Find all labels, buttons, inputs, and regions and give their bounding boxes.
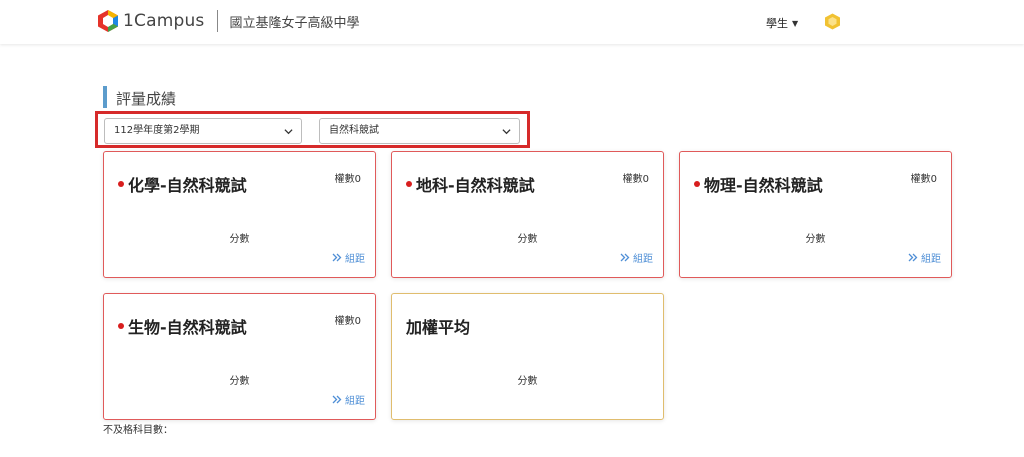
card-title-text: 生物-自然科競試 xyxy=(128,318,247,337)
school-name: 國立基隆女子高級中學 xyxy=(229,15,360,31)
user-role-menu[interactable]: 學生 ▼ xyxy=(766,15,798,31)
chevron-down-icon xyxy=(284,129,293,135)
weight-label: 權數0 xyxy=(910,174,937,185)
brand-name: 1Campus xyxy=(123,11,205,31)
weighted-average-card: 加權平均 分數 xyxy=(391,293,664,420)
term-select-value: 112學年度第2學期 xyxy=(114,125,200,136)
card-title-text: 化學-自然科競試 xyxy=(128,176,247,195)
weight-label: 權數0 xyxy=(334,174,361,185)
card-title: 生物-自然科競試 xyxy=(118,314,247,338)
weight-label: 權數0 xyxy=(622,174,649,185)
chevron-down-icon xyxy=(502,129,511,135)
card-title: 地科-自然科競試 xyxy=(406,172,535,196)
double-chevron-right-icon xyxy=(332,395,342,404)
double-chevron-right-icon xyxy=(620,253,630,262)
exam-select[interactable]: 自然科競試 xyxy=(319,118,520,144)
red-dot-icon xyxy=(118,181,124,187)
red-dot-icon xyxy=(694,181,700,187)
score-label: 分數 xyxy=(229,234,250,245)
score-label: 分數 xyxy=(229,376,250,387)
distribution-link[interactable]: 組距 xyxy=(332,250,365,265)
distribution-link[interactable]: 組距 xyxy=(332,392,365,407)
fail-subject-count: 不及格科目數： xyxy=(103,425,173,436)
score-label: 分數 xyxy=(805,234,826,245)
page-title: 評量成績 xyxy=(103,86,176,108)
exam-select-value: 自然科競試 xyxy=(329,125,379,136)
brand[interactable]: 1Campus 國立基隆女子高級中學 xyxy=(96,9,360,33)
distribution-link[interactable]: 組距 xyxy=(908,250,941,265)
top-navbar: 1Campus 國立基隆女子高級中學 學生 ▼ xyxy=(0,0,1024,44)
1campus-logo-icon xyxy=(98,10,118,32)
double-chevron-right-icon xyxy=(908,253,918,262)
score-label: 分數 xyxy=(517,234,538,245)
distribution-link-label: 組距 xyxy=(921,254,941,265)
subject-card-earth-science: 地科-自然科競試 權數0 分數 組距 xyxy=(391,151,664,278)
subject-card-biology: 生物-自然科競試 權數0 分數 組距 xyxy=(103,293,376,420)
red-dot-icon xyxy=(118,323,124,329)
card-title: 物理-自然科競試 xyxy=(694,172,823,196)
caret-down-icon: ▼ xyxy=(792,18,799,28)
red-dot-icon xyxy=(406,181,412,187)
user-role-label: 學生 xyxy=(766,17,788,30)
distribution-link-label: 組距 xyxy=(345,254,365,265)
term-select[interactable]: 112學年度第2學期 xyxy=(104,118,302,144)
card-title: 加權平均 xyxy=(406,314,470,338)
score-label: 分數 xyxy=(517,376,538,387)
card-title-text: 地科-自然科競試 xyxy=(416,176,535,195)
card-title-text: 加權平均 xyxy=(406,318,471,337)
brand-divider xyxy=(216,10,218,32)
card-title-text: 物理-自然科競試 xyxy=(704,176,823,195)
subject-card-physics: 物理-自然科競試 權數0 分數 組距 xyxy=(679,151,952,278)
hexagon-avatar-icon[interactable] xyxy=(824,13,841,30)
distribution-link-label: 組距 xyxy=(633,254,653,265)
double-chevron-right-icon xyxy=(332,253,342,262)
card-title: 化學-自然科競試 xyxy=(118,172,247,196)
weight-label: 權數0 xyxy=(334,316,361,327)
distribution-link[interactable]: 組距 xyxy=(620,250,653,265)
subject-card-chemistry: 化學-自然科競試 權數0 分數 組距 xyxy=(103,151,376,278)
distribution-link-label: 組距 xyxy=(345,396,365,407)
